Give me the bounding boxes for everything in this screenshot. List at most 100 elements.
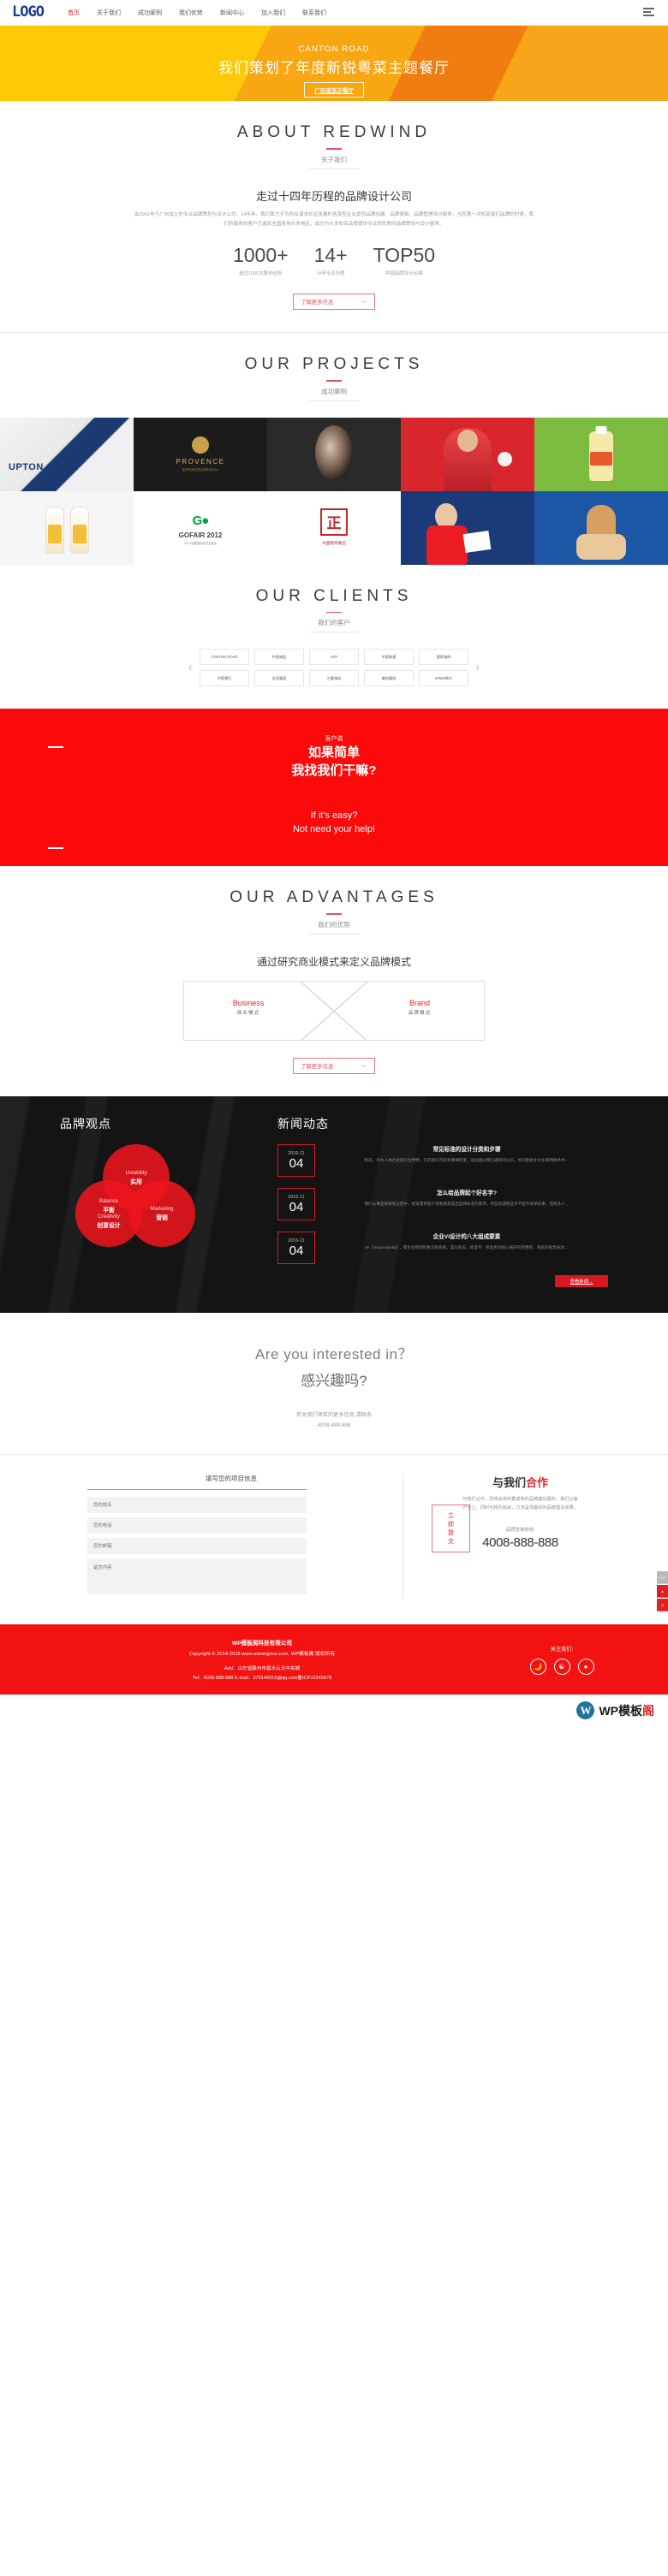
about-title: ABOUT REDWIND xyxy=(236,123,432,141)
side-rail: TOP ♠ ◷ xyxy=(657,1571,668,1612)
projects-divider-dash xyxy=(326,380,342,382)
business-brand-diagram: Business 商业模式 Brand 品牌模式 xyxy=(183,980,485,1042)
project-sublabel: 中国烟草集团 xyxy=(322,540,346,545)
watermark-text-main: WP模板 xyxy=(599,1703,642,1718)
news-excerpt: VI（Visual Identity），即企业视觉形象识别系统，是以标志、标准字… xyxy=(365,1244,569,1249)
project-tile-upton[interactable]: UPTON xyxy=(0,417,134,491)
client-logo[interactable]: CANTON ROAD xyxy=(200,649,249,666)
bottle-cap xyxy=(595,425,607,434)
bottle-label xyxy=(590,451,612,466)
project-tile-provence[interactable]: PROVENCE 普罗旺斯花园品牌形象设计 xyxy=(134,417,267,491)
about-more-button[interactable]: 了解更多信息 → xyxy=(293,294,375,311)
quote-dash-top xyxy=(48,746,63,748)
client-logo[interactable]: 金茂集团 xyxy=(254,670,304,687)
seal-icon: 正 xyxy=(320,507,348,536)
project-tile-beverage[interactable] xyxy=(0,490,134,565)
hero-cta-button[interactable]: 广东道至正餐厅 xyxy=(304,82,364,98)
nav-item-about[interactable]: 关于我们 xyxy=(97,9,121,17)
nav-item-join[interactable]: 加入我们 xyxy=(261,9,285,17)
hero-eyebrow: CANTON ROAD xyxy=(298,45,370,54)
phone-input[interactable] xyxy=(87,1517,307,1534)
nav-item-advantages[interactable]: 我们优势 xyxy=(179,9,203,17)
wechat-icon[interactable]: ☯ xyxy=(553,1658,570,1675)
footer-copyright: Copyright © 2014-2016 www.aiwangxue.com.… xyxy=(188,1652,336,1658)
news-more-button[interactable]: 查看新闻→ xyxy=(555,1274,608,1287)
hotline-number: 4008-888-888 xyxy=(482,1534,558,1550)
about-subtitle: 关于我们 xyxy=(0,155,668,174)
quote-dash-bottom xyxy=(48,847,63,849)
client-logo[interactable]: 中国联通 xyxy=(364,649,414,666)
venn-cn-2: 创意设计 xyxy=(97,1222,121,1229)
projects-title: OUR PROJECTS xyxy=(244,355,424,374)
venn-diagram: Ustability 实用 Balance 平衡 Creativity 创意设计… xyxy=(75,1143,204,1247)
project-tile-sports[interactable] xyxy=(401,417,534,491)
project-tile-student[interactable] xyxy=(401,490,534,565)
client-logo[interactable]: 国家电网 xyxy=(419,649,468,666)
nav-item-contact[interactable]: 联系我们 xyxy=(302,9,326,17)
project-tile-portrait[interactable] xyxy=(267,417,401,491)
site-logo[interactable]: LOGO xyxy=(12,5,45,20)
hero-headline: 我们策划了年度新锐粤菜主题餐厅 xyxy=(218,60,450,76)
rail-clock-icon[interactable]: ◷ xyxy=(657,1599,668,1612)
diagram-right-cn: 品牌模式 xyxy=(408,1010,432,1016)
diagram-left-en: Business xyxy=(232,998,265,1007)
client-logo[interactable]: 中国银行 xyxy=(200,670,249,687)
arrow-right-icon: → xyxy=(360,297,367,306)
arrow-right-icon: → xyxy=(360,1060,367,1069)
news-item[interactable]: 2016-11 04 常见标准的设计分类和步骤 标志，作为人类社会的衍生物物，它… xyxy=(277,1143,608,1177)
stat-number: 1000+ xyxy=(232,243,289,266)
hamburger-icon[interactable] xyxy=(643,8,654,16)
stat-label: 14年专业历程 xyxy=(316,271,345,277)
project-sublabel: 2012中国国际贸易交易会 xyxy=(183,541,218,545)
stat-item: 1000+ 超过1000次服务经验 xyxy=(232,243,289,276)
client-logo[interactable]: SKF xyxy=(309,649,359,666)
nav-item-home[interactable]: 首页 xyxy=(68,9,80,17)
weibo-icon[interactable]: 🌙 xyxy=(529,1658,546,1675)
footer-contact-line: Tel：4008-888-888 E-mail：379144319@qq.com… xyxy=(192,1676,332,1682)
client-logo[interactable]: 三菱电机 xyxy=(309,670,359,687)
about-paragraph: 由2001年于广州成立的专业品牌策划与设计公司。14年来，我们致力于为所有谋求长… xyxy=(134,211,534,227)
news-day: 04 xyxy=(289,1243,304,1258)
news-excerpt: 我们从事品牌策划过程中，经常遇到客户或者朋友提出品牌命名的需求，有些很遗憾这并不… xyxy=(364,1201,570,1206)
footer-follow-label: 关注我们: xyxy=(550,1646,574,1653)
interest-section: Are you interested in？ 感兴趣吗? 有关我们项目的更多信息… xyxy=(0,1313,668,1454)
rail-bell-icon[interactable]: ♠ xyxy=(657,1585,668,1599)
client-logo[interactable]: 中国电信 xyxy=(254,649,304,666)
venn-cn: 营销 xyxy=(156,1214,168,1221)
main-navigation: 首页 关于我们 成功案例 我们优势 新闻中心 加入我们 联系我们 xyxy=(68,9,326,17)
news-item[interactable]: 2016-11 04 企业VI设计的八大组成要素 VI（Visual Ident… xyxy=(277,1231,608,1264)
volleyball-icon xyxy=(498,451,512,466)
client-logo[interactable]: GREE格力 xyxy=(419,670,468,687)
nav-item-news[interactable]: 新闻中心 xyxy=(220,9,244,17)
quote-en-line-1: If it's easy? xyxy=(310,810,358,821)
carousel-next-icon[interactable]: › xyxy=(475,660,480,675)
footer-address: Add：山东省滕州市碧水云天中央城 xyxy=(224,1666,301,1672)
wordpress-icon: W xyxy=(576,1701,595,1720)
advantages-heading: 通过研究商业模式来定义品牌模式 xyxy=(256,955,411,968)
carousel-prev-icon[interactable]: ‹ xyxy=(188,660,193,675)
news-item[interactable]: 2016-11 04 怎么给品牌起个好名字? 我们从事品牌策划过程中，经常遇到客… xyxy=(277,1187,608,1220)
project-tile-gofair[interactable]: G● GOFAIR 2012 2012中国国际贸易交易会 xyxy=(134,490,267,565)
client-logo-row: 中国银行 金茂集团 三菱电机 美的集团 GREE格力 xyxy=(200,670,468,687)
message-textarea[interactable] xyxy=(87,1558,307,1595)
qq-icon[interactable]: ● xyxy=(577,1658,594,1675)
project-tile-sculpture[interactable] xyxy=(534,490,668,565)
project-tile-tobacco[interactable]: 正 中国烟草集团 xyxy=(267,490,401,565)
venn-en-2: Creativity xyxy=(98,1213,120,1220)
cooperation-panel: 与我们合作 与我们合作，您将会得到更成熟的品牌建设服务。我们以客户至上，同时也相… xyxy=(403,1473,608,1600)
client-logo[interactable]: 美的集团 xyxy=(364,670,414,687)
news-headline: 常见标准的设计分类和步骤 xyxy=(432,1146,501,1153)
watermark: W WP模板阁 xyxy=(0,1695,668,1729)
diagram-right-label: Brand 品牌模式 xyxy=(386,999,453,1016)
advantages-more-button[interactable]: 了解更多信息 → xyxy=(293,1057,375,1074)
advantages-subtitle: 我们的优势 xyxy=(0,920,668,939)
portrait-artwork xyxy=(315,425,353,481)
name-input[interactable] xyxy=(87,1497,307,1514)
page-root: LOGO 首页 关于我们 成功案例 我们优势 新闻中心 加入我们 联系我们 CA… xyxy=(0,0,668,1729)
venn-circle-marketing[interactable]: Marketing 营销 xyxy=(128,1179,195,1247)
email-input[interactable] xyxy=(87,1538,307,1555)
clients-carousel: ‹ CANTON ROAD 中国电信 SKF 中国联通 国家电网 中国银行 金茂… xyxy=(0,649,668,687)
nav-item-cases[interactable]: 成功案例 xyxy=(138,9,162,17)
back-to-top-button[interactable]: TOP xyxy=(657,1571,668,1585)
project-tile-detergent[interactable] xyxy=(534,417,668,491)
